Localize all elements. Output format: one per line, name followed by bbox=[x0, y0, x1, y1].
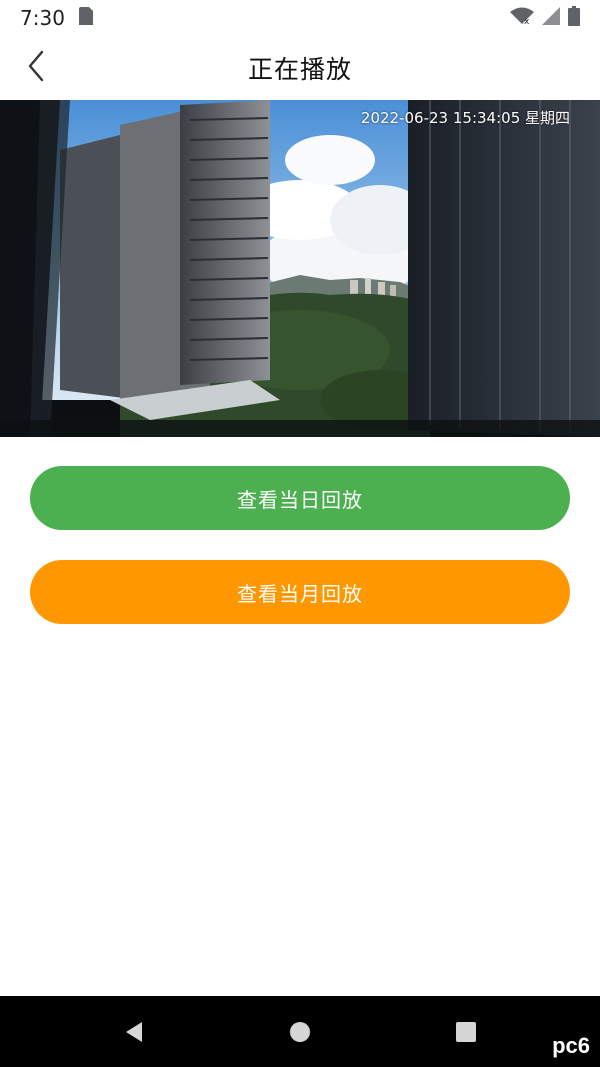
page-title: 正在播放 bbox=[247, 55, 352, 84]
status-right: x bbox=[510, 6, 580, 30]
home-circle-icon bbox=[286, 1022, 314, 1050]
chevron-left-icon bbox=[26, 50, 46, 86]
view-month-replay-button[interactable]: 查看当月回放 bbox=[30, 560, 570, 624]
wifi-x-icon: x bbox=[510, 7, 534, 29]
status-bar: 7:30 x bbox=[0, 0, 600, 36]
signal-icon bbox=[542, 7, 560, 29]
video-player[interactable]: 2022-06-23 15:34:05 星期四 bbox=[0, 100, 600, 437]
status-left: 7:30 bbox=[20, 6, 93, 30]
nav-back-button[interactable] bbox=[120, 1018, 148, 1046]
video-frame bbox=[0, 100, 600, 437]
back-button[interactable] bbox=[18, 50, 54, 86]
app-bar: 正在播放 bbox=[0, 36, 600, 100]
video-timestamp: 2022-06-23 15:34:05 星期四 bbox=[360, 109, 570, 127]
svg-text:x: x bbox=[524, 17, 530, 25]
navigation-bar: pc6 bbox=[0, 996, 600, 1067]
nav-home-button[interactable] bbox=[286, 1018, 314, 1046]
nav-recents-button[interactable] bbox=[452, 1018, 480, 1046]
view-day-replay-button[interactable]: 查看当日回放 bbox=[30, 466, 570, 530]
back-triangle-icon bbox=[120, 1022, 148, 1050]
battery-icon bbox=[568, 6, 580, 30]
sd-card-icon bbox=[78, 6, 93, 30]
watermark-logo: pc6 bbox=[552, 1033, 590, 1058]
recents-square-icon bbox=[452, 1022, 480, 1050]
status-time: 7:30 bbox=[20, 6, 65, 30]
